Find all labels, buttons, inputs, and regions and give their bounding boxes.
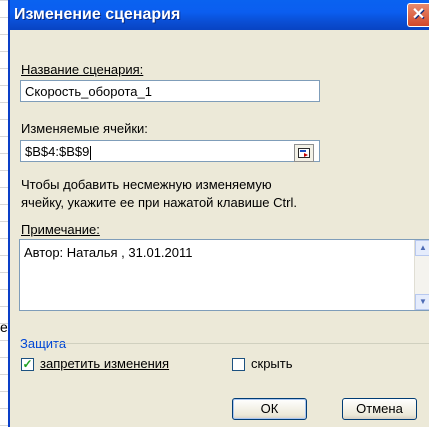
changing-cells-value: $B$4:$B$9 [25,144,90,159]
scenario-name-label: Название сценария: [21,62,143,77]
comment-text: Автор: Наталья , 31.01.2011 [24,245,193,260]
collapse-dialog-button[interactable] [294,144,314,162]
changing-cells-label: Изменяемые ячейки: [21,121,148,136]
dialog-title: Изменение сценария [14,6,181,23]
scenario-name-input[interactable]: Скорость_оборота_1 [20,80,320,102]
hide-checkbox[interactable] [232,358,245,371]
cancel-button[interactable]: Отмена [342,398,417,420]
range-select-icon [298,148,310,158]
comment-scrollbar[interactable]: ▲ ▼ [414,240,429,310]
edit-scenario-dialog: Изменение сценария ✕ Название сценария: … [8,0,429,427]
comment-label: Примечание: [21,222,100,237]
ok-button[interactable]: ОК [232,398,307,420]
hide-label[interactable]: скрыть [251,356,293,371]
changing-cells-hint-2: ячейку, укажите ее при нажатой клавише C… [21,195,297,210]
comment-textarea[interactable]: Автор: Наталья , 31.01.2011 ▲ ▼ [19,239,429,311]
changing-cells-input[interactable]: $B$4:$B$9 [20,140,320,162]
prevent-changes-label[interactable]: запретить изменения [40,356,169,371]
text-caret [90,145,92,160]
prevent-changes-checkbox[interactable]: ✓ [21,358,34,371]
scenario-name-label-text: Название сценария: [21,62,144,77]
scroll-down-arrow-icon[interactable]: ▼ [415,294,429,310]
protection-group-divider [53,343,429,344]
changing-cells-hint-1: Чтобы добавить несмежную изменяемую [21,177,272,192]
title-bar[interactable]: Изменение сценария ✕ [10,0,429,30]
sheet-cell-text: e [0,319,8,335]
spreadsheet-background [0,0,8,427]
close-button[interactable]: ✕ [407,3,429,27]
scroll-up-arrow-icon[interactable]: ▲ [415,240,429,256]
